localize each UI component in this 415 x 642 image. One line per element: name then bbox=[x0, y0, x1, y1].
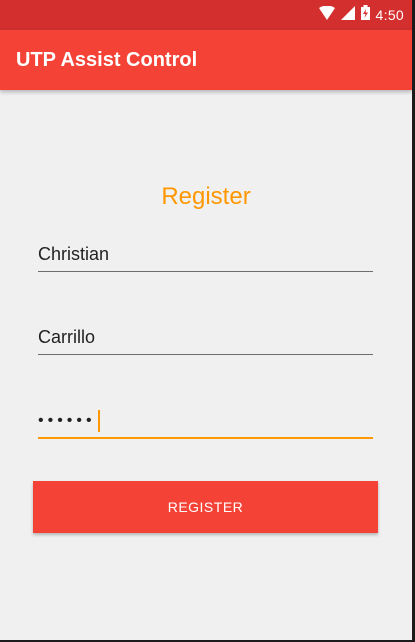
app-screen: 4:50 UTP Assist Control Register Christi… bbox=[0, 0, 412, 640]
register-heading: Register bbox=[161, 183, 251, 210]
app-bar: UTP Assist Control bbox=[0, 30, 412, 90]
last-name-value: Carrillo bbox=[38, 327, 96, 347]
status-bar: 4:50 bbox=[0, 0, 412, 30]
battery-icon bbox=[360, 5, 370, 25]
first-name-value: Christian bbox=[38, 244, 110, 264]
clock: 4:50 bbox=[375, 7, 404, 23]
password-field[interactable]: •••••• bbox=[38, 405, 373, 439]
first-name-field[interactable]: Christian bbox=[38, 238, 373, 272]
last-name-field[interactable]: Carrillo bbox=[38, 321, 373, 355]
password-value: •••••• bbox=[38, 412, 96, 429]
text-cursor bbox=[97, 410, 100, 432]
signal-icon bbox=[340, 5, 355, 25]
wifi-icon bbox=[318, 5, 335, 25]
register-button[interactable]: REGISTER bbox=[33, 481, 378, 533]
app-title: UTP Assist Control bbox=[16, 48, 198, 71]
